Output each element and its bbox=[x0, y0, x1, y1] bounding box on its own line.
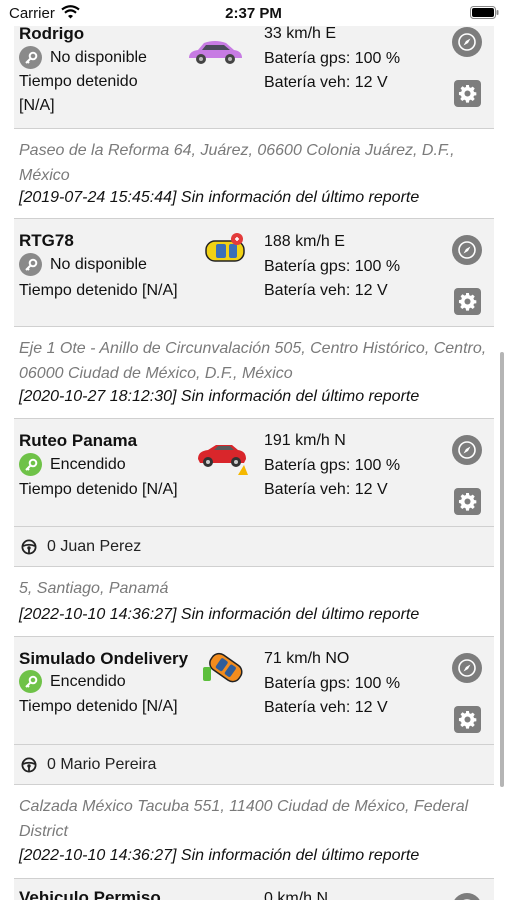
vehicle-card-rtg78[interactable]: RTG78 No disponible Tiempo detenido [N/A… bbox=[14, 218, 494, 326]
gps-battery: Batería gps: 100 % bbox=[264, 674, 401, 692]
address-text: Paseo de la Reforma 64, Juárez, 06600 Co… bbox=[19, 142, 455, 184]
driver-name: 0 Mario Pereira bbox=[47, 755, 157, 773]
key-icon bbox=[19, 453, 42, 476]
yellow-car-icon bbox=[202, 231, 250, 270]
stop-time: Tiempo detenido [N/A] bbox=[19, 481, 178, 498]
orange-car-icon bbox=[202, 647, 248, 692]
vehicle-info: 188 km/h E Batería gps: 100 % Batería ve… bbox=[264, 230, 400, 304]
address-section: Calzada México Tacuba 551, 11400 Ciudad … bbox=[14, 784, 494, 878]
compass-icon bbox=[458, 659, 476, 677]
purple-car-icon bbox=[186, 38, 244, 71]
stop-time: Tiempo detenido [N/A] bbox=[19, 698, 178, 715]
driver-name: 0 Juan Perez bbox=[47, 537, 142, 555]
gear-icon bbox=[458, 292, 477, 311]
compass-icon bbox=[458, 241, 476, 259]
vehicle-card-ruteo-panama[interactable]: Ruteo Panama Encendido Tiempo detenido [… bbox=[14, 418, 494, 526]
compass-icon bbox=[458, 33, 476, 51]
key-icon bbox=[19, 46, 42, 69]
ignition-status: Encendido bbox=[19, 670, 126, 693]
vehicle-info: 0 km/h N bbox=[264, 887, 328, 900]
gear-icon bbox=[458, 710, 477, 729]
ignition-label: Encendido bbox=[50, 455, 126, 473]
vehicle-list[interactable]: Rodrigo No disponible Tiempo detenido [N… bbox=[0, 0, 507, 900]
vehicle-name: Vehiculo Permiso bbox=[19, 888, 161, 900]
last-report: [2019-07-24 15:45:44] Sin información de… bbox=[19, 189, 420, 206]
gps-battery: Batería gps: 100 % bbox=[264, 456, 401, 474]
status-bar: Carrier 2:37 PM bbox=[0, 0, 507, 26]
ignition-label: Encendido bbox=[50, 672, 126, 690]
battery-icon bbox=[470, 6, 499, 19]
red-car-icon bbox=[206, 895, 256, 900]
vehicle-battery: Batería veh: 12 V bbox=[264, 282, 388, 299]
vehicle-name: Ruteo Panama bbox=[19, 431, 138, 450]
gear-icon bbox=[458, 84, 477, 103]
address-text: Calzada México Tacuba 551, 11400 Ciudad … bbox=[19, 798, 469, 840]
gps-battery: Batería gps: 100 % bbox=[264, 257, 401, 275]
vehicle-info: 191 km/h N Batería gps: 100 % Batería ve… bbox=[264, 429, 400, 503]
vehicle-battery: Batería veh: 12 V bbox=[264, 481, 388, 498]
address-section: Paseo de la Reforma 64, Juárez, 06600 Co… bbox=[14, 128, 494, 218]
ignition-status: No disponible bbox=[19, 46, 147, 69]
speed: 191 km/h N bbox=[264, 432, 346, 449]
steering-wheel-icon bbox=[21, 757, 37, 772]
last-report: [2020-10-27 18:12:30] Sin información de… bbox=[19, 388, 420, 405]
compass-button[interactable] bbox=[452, 893, 482, 900]
compass-button[interactable] bbox=[452, 653, 482, 683]
red-convertible-icon bbox=[196, 435, 248, 482]
vehicle-info: 33 km/h E Batería gps: 100 % Batería veh… bbox=[264, 22, 400, 96]
address-text: Eje 1 Ote - Anillo de Circunvalación 505… bbox=[19, 340, 487, 382]
ignition-status: No disponible bbox=[19, 253, 147, 276]
vehicle-battery: Batería veh: 12 V bbox=[264, 74, 388, 91]
key-icon bbox=[19, 670, 42, 693]
driver-row: 0 Mario Pereira bbox=[14, 744, 494, 784]
last-report: [2022-10-10 14:36:27] Sin información de… bbox=[19, 606, 420, 623]
address-text: 5, Santiago, Panamá bbox=[19, 580, 169, 597]
vehicle-battery: Batería veh: 12 V bbox=[264, 699, 388, 716]
settings-button[interactable] bbox=[454, 288, 481, 315]
vehicle-info: 71 km/h NO Batería gps: 100 % Batería ve… bbox=[264, 647, 400, 721]
driver-row: 0 Juan Perez bbox=[14, 526, 494, 566]
settings-button[interactable] bbox=[454, 80, 481, 107]
vehicle-name: RTG78 bbox=[19, 231, 74, 250]
vehicle-card-simulado-ondelivery[interactable]: Simulado Ondelivery Encendido Tiempo det… bbox=[14, 636, 494, 744]
speed: 0 km/h N bbox=[264, 890, 329, 900]
settings-button[interactable] bbox=[454, 488, 481, 515]
speed: 188 km/h E bbox=[264, 233, 345, 250]
gps-battery: Batería gps: 100 % bbox=[264, 49, 401, 67]
stop-time: Tiempo detenido [N/A] bbox=[19, 282, 178, 299]
clock: 2:37 PM bbox=[225, 5, 282, 22]
ignition-label: No disponible bbox=[50, 255, 147, 273]
key-icon bbox=[19, 253, 42, 276]
gear-icon bbox=[458, 492, 477, 511]
ignition-label: No disponible bbox=[50, 48, 147, 66]
address-section: 5, Santiago, Panamá [2022-10-10 14:36:27… bbox=[14, 566, 494, 636]
compass-button[interactable] bbox=[452, 435, 482, 465]
compass-icon bbox=[458, 441, 476, 459]
stop-time: Tiempo detenido [N/A] bbox=[19, 73, 138, 114]
speed: 71 km/h NO bbox=[264, 650, 350, 667]
vehicle-card-vehiculo-permiso[interactable]: Vehiculo Permiso 0 km/h N bbox=[14, 878, 494, 900]
compass-button[interactable] bbox=[452, 235, 482, 265]
steering-wheel-icon bbox=[21, 539, 37, 554]
vehicle-name: Simulado Ondelivery bbox=[19, 649, 189, 668]
address-section: Eje 1 Ote - Anillo de Circunvalación 505… bbox=[14, 326, 494, 418]
ignition-status: Encendido bbox=[19, 453, 126, 476]
compass-button[interactable] bbox=[452, 27, 482, 57]
scrollbar[interactable] bbox=[500, 352, 504, 787]
last-report: [2022-10-10 14:36:27] Sin información de… bbox=[19, 847, 420, 864]
settings-button[interactable] bbox=[454, 706, 481, 733]
vehicle-name: Rodrigo bbox=[19, 24, 85, 43]
